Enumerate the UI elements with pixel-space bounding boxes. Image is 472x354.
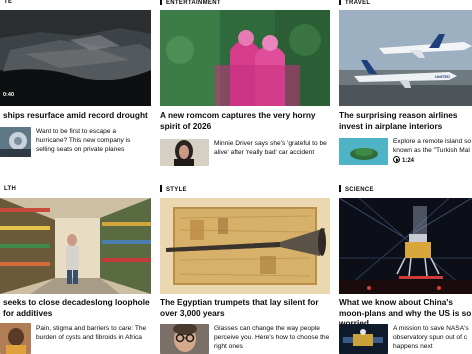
glasses-thumb-art	[160, 324, 209, 354]
hurricane-thumb-art	[0, 127, 31, 157]
section-marker	[160, 185, 162, 192]
headline-trumpets[interactable]: The Egyptian trumpets that lay silent fo…	[160, 297, 332, 318]
section-label-text: LTH	[4, 186, 17, 192]
plane-livery-text: UNITED	[435, 74, 450, 79]
grocery-hero-image[interactable]	[0, 198, 151, 294]
section-marker	[339, 0, 341, 5]
video-duration: 0:40	[3, 92, 15, 98]
section-label-climate[interactable]: TE	[4, 0, 12, 6]
sub-story-nasa[interactable]: A mission to save NASA's observatory spu…	[393, 324, 472, 351]
moon-lander-hero-image[interactable]	[339, 198, 472, 294]
section-label-text: TRAVEL	[345, 0, 371, 6]
section-label-text: ENTERTAINMENT	[166, 0, 221, 6]
minnie-driver-thumbnail[interactable]	[160, 139, 209, 166]
section-label-science[interactable]: SCIENCE	[339, 185, 374, 193]
section-label-text: TE	[4, 0, 13, 5]
nasa-thumbnail[interactable]	[339, 324, 388, 354]
lander-scene	[339, 198, 472, 294]
island-thumb-art	[339, 138, 388, 165]
airplane-scene: UNITED	[339, 10, 472, 106]
headline-romcom[interactable]: A new romcom captures the very horny spi…	[160, 110, 332, 131]
airplane-hero-image[interactable]: UNITED	[339, 10, 472, 106]
duration-text: 1:24	[402, 158, 415, 164]
glasses-thumbnail[interactable]	[160, 324, 209, 354]
section-label-entertainment[interactable]: ENTERTAINMENT	[160, 0, 221, 6]
romcom-hero-image[interactable]	[160, 10, 330, 106]
section-label-text: SCIENCE	[345, 187, 374, 193]
cysts-thumb-art	[0, 323, 31, 354]
sub-story-hurricane[interactable]: Want to be first to escape a hurricane? …	[36, 127, 148, 154]
cysts-thumbnail[interactable]	[0, 323, 31, 354]
headline-food-loophole[interactable]: seeks to close decadeslong loophole for …	[3, 297, 151, 318]
nasa-thumb-art	[339, 324, 388, 354]
sub-story-minnie-driver[interactable]: Minnie Driver says she's 'grateful to be…	[214, 139, 330, 157]
trumpet-hero-image[interactable]	[160, 198, 330, 294]
romcom-scene	[160, 10, 330, 106]
island-thumbnail[interactable]	[339, 138, 388, 165]
hurricane-thumbnail[interactable]	[0, 127, 31, 157]
headline-drought[interactable]: ships resurface amid record drought	[3, 110, 151, 121]
section-label-style[interactable]: STYLE	[160, 185, 187, 193]
play-icon	[393, 156, 400, 163]
drought-scene	[0, 10, 151, 106]
sub-story-cysts[interactable]: Pain, stigma and barriers to care: The b…	[36, 324, 150, 342]
section-marker	[339, 185, 341, 192]
sub-story-glasses[interactable]: Glasses can change the way people percei…	[214, 324, 330, 351]
section-label-travel[interactable]: TRAVEL	[339, 0, 370, 6]
portrait-thumb-art	[160, 139, 209, 166]
section-label-health[interactable]: LTH	[4, 185, 16, 193]
sub-story-island[interactable]: Explore a remote island so known as the …	[393, 137, 472, 155]
section-label-text: STYLE	[166, 187, 187, 193]
section-marker	[160, 0, 162, 5]
headline-airplanes[interactable]: The surprising reason airlines invest in…	[339, 110, 472, 131]
grocery-scene	[0, 198, 151, 294]
trumpet-scene	[160, 198, 330, 294]
drought-hero-image[interactable]: 0:40	[0, 10, 151, 106]
video-duration-badge: 1:24	[393, 156, 414, 164]
